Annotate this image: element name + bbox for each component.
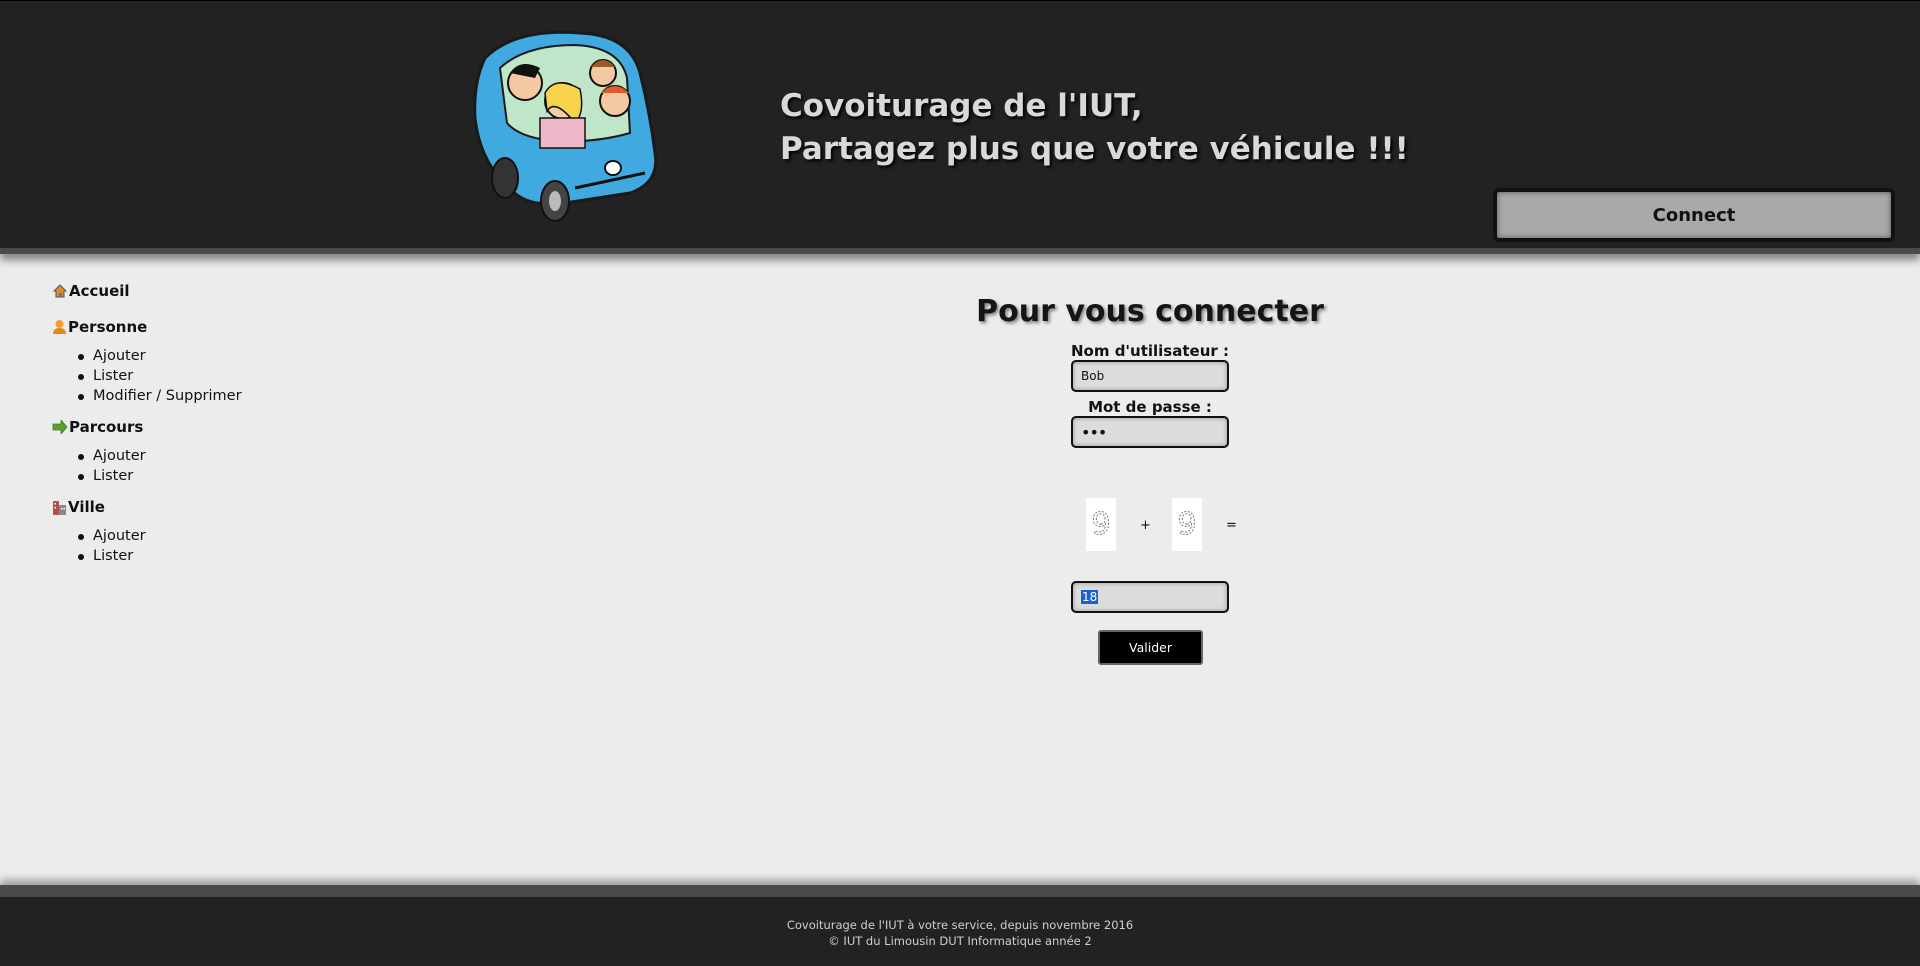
username-input[interactable]: Bob <box>1071 360 1229 392</box>
menu-link-ville[interactable]: Ville <box>52 496 372 518</box>
captcha: 9 + 9 = <box>1084 498 1244 552</box>
connect-button[interactable]: Connect <box>1493 188 1895 242</box>
footer-line-1: Covoiturage de l'IUT à votre service, de… <box>786 918 1134 932</box>
captcha-digit-1: 9 <box>1086 498 1116 551</box>
login-panel: Pour vous connecter Nom d'utilisateur : … <box>850 288 1450 448</box>
menu-link-parcours[interactable]: Parcours <box>52 416 372 438</box>
captcha-digit-1-text: 9 <box>1091 507 1110 542</box>
personne-submenu: Ajouter Lister Modifier / Supprimer <box>52 346 372 406</box>
captcha-digit-1-image: 9 <box>1091 507 1111 543</box>
menu-section-ville: Ville Ajouter Lister <box>52 496 372 566</box>
ville-submenu: Ajouter Lister <box>52 526 372 566</box>
menu-label-parcours: Parcours <box>69 418 144 436</box>
captcha-equals: = <box>1226 518 1237 533</box>
submit-button[interactable]: Valider <box>1098 630 1203 665</box>
captcha-answer-value: 18 <box>1081 590 1099 604</box>
tagline-line-1: Covoiturage de l'IUT, <box>780 88 1143 124</box>
menu-label-accueil: Accueil <box>69 282 130 300</box>
password-label: Mot de passe : <box>1088 398 1212 416</box>
captcha-digit-2-image: 9 <box>1177 507 1197 543</box>
arrow-right-icon <box>52 420 68 434</box>
parcours-ajouter-link[interactable]: Ajouter <box>78 446 372 466</box>
person-icon <box>53 320 66 334</box>
username-label: Nom d'utilisateur : <box>1070 342 1229 360</box>
menu-link-accueil[interactable]: Accueil <box>52 280 372 302</box>
menu-section-parcours: Parcours Ajouter Lister <box>52 416 372 486</box>
site-header: Covoiturage de l'IUT, Partagez plus que … <box>0 0 1920 254</box>
menu-section-personne: Personne Ajouter Lister Modifier / Suppr… <box>52 316 372 406</box>
menu-link-personne[interactable]: Personne <box>52 316 372 338</box>
carpool-car-logo <box>473 30 658 222</box>
password-input[interactable]: ••• <box>1071 416 1229 448</box>
menu-label-ville: Ville <box>68 498 105 516</box>
tagline-line-2: Partagez plus que votre véhicule !!! <box>780 131 1409 167</box>
captcha-digit-2: 9 <box>1172 498 1202 551</box>
personne-ajouter-link[interactable]: Ajouter <box>78 346 372 366</box>
parcours-lister-link[interactable]: Lister <box>78 466 372 486</box>
footer-line-2: © IUT du Limousin DUT Informatique année… <box>828 934 1092 948</box>
captcha-answer-input[interactable]: 18 <box>1071 581 1229 613</box>
sidebar-nav: Accueil Personne Ajouter Lister Modifier… <box>52 280 372 576</box>
captcha-plus: + <box>1140 518 1151 533</box>
site-tagline: Covoiturage de l'IUT, Partagez plus que … <box>780 85 1409 171</box>
ville-ajouter-link[interactable]: Ajouter <box>78 526 372 546</box>
ville-lister-link[interactable]: Lister <box>78 546 372 566</box>
menu-label-personne: Personne <box>68 318 148 336</box>
personne-lister-link[interactable]: Lister <box>78 366 372 386</box>
login-title: Pour vous connecter <box>976 294 1324 329</box>
menu-section-accueil: Accueil <box>52 280 372 302</box>
personne-modifier-link[interactable]: Modifier / Supprimer <box>78 386 372 406</box>
building-icon <box>53 501 66 515</box>
home-icon <box>52 284 68 298</box>
captcha-digit-2-text: 9 <box>1177 507 1196 542</box>
parcours-submenu: Ajouter Lister <box>52 446 372 486</box>
site-footer: Covoiturage de l'IUT à votre service, de… <box>0 885 1920 966</box>
